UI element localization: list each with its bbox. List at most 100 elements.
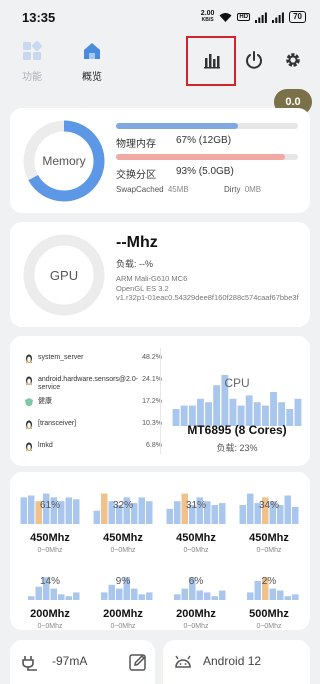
core-frequency: 450Mhz	[249, 532, 289, 544]
gear-icon[interactable]	[283, 50, 303, 70]
core-range: 0~0Mhz	[37, 547, 63, 554]
cpu-history-bar	[197, 398, 204, 426]
tab-functions[interactable]: 功能	[12, 40, 52, 83]
core-history-bar	[58, 594, 65, 600]
core-history-bar	[211, 596, 218, 600]
home-icon	[84, 43, 100, 59]
core-range: 0~0Mhz	[183, 547, 209, 554]
process-list: system_server 48.2% android.hardware.senso…	[24, 350, 162, 460]
edit-icon[interactable]	[128, 652, 148, 672]
dirty-value: 0MB	[244, 185, 262, 194]
core-load: 14%	[39, 576, 60, 587]
status-time: 13:35	[22, 9, 56, 25]
divider	[160, 348, 161, 454]
process-name: system_server	[38, 354, 84, 361]
gpu-info: ARM Mali-G610 MC6 OpenGL ES 3.2 v1.r32p1…	[116, 274, 304, 303]
core-range: 0~0Mhz	[256, 547, 282, 554]
core-history-bar	[204, 592, 211, 600]
core-history-bar	[28, 596, 35, 600]
cpu-core-1[interactable]: 32% 450Mhz 0~0Mhz	[88, 482, 158, 554]
core-range: 0~0Mhz	[110, 623, 136, 630]
core-history-bar	[292, 594, 299, 600]
memory-card[interactable]: Memory 物理内存 67% (12GB) 交换分区 93% (5.0GB) …	[10, 108, 310, 213]
core-history-bar	[138, 594, 145, 600]
core-frequency: 450Mhz	[103, 532, 143, 544]
hd-badge: HD	[237, 13, 251, 21]
cpu-history-bar	[270, 392, 277, 426]
tab-overview[interactable]: 概览	[72, 40, 112, 83]
wifi-icon	[219, 12, 232, 22]
power-icon[interactable]	[244, 50, 264, 70]
gpu-card[interactable]: GPU --Mhz 负载: --% ARM Mali-G610 MC6 Open…	[10, 222, 310, 327]
linux-penguin-icon	[25, 442, 33, 451]
process-row: 健康 17.2%	[24, 394, 162, 416]
core-load: 6%	[188, 576, 204, 587]
stats-bars-icon[interactable]	[202, 50, 222, 70]
process-row: lmkd 6.8%	[24, 438, 162, 460]
core-range: 0~0Mhz	[183, 623, 209, 630]
current-value: -97mA	[52, 654, 88, 668]
gpu-gauge: GPU	[22, 233, 106, 317]
functions-grid-icon	[23, 40, 43, 60]
cpu-core-0[interactable]: 61% 450Mhz 0~0Mhz	[15, 482, 85, 554]
process-name: 健康	[38, 398, 52, 405]
core-range: 0~0Mhz	[256, 623, 282, 630]
cpu-history-chart	[172, 375, 302, 426]
android-version-card[interactable]: Android 12	[163, 640, 310, 684]
tab-functions-label: 功能	[22, 72, 42, 83]
cpu-card[interactable]: system_server 48.2% android.hardware.senso…	[10, 336, 310, 466]
cpu-core-3[interactable]: 34% 450Mhz 0~0Mhz	[234, 482, 304, 554]
cpu-history-bar	[245, 395, 253, 426]
cpu-load: 负载: 23%	[216, 443, 258, 453]
cpu-cores-card[interactable]: 61% 450Mhz 0~0Mhz 32% 450Mhz 0~0Mhz 31% 450Mhz 0…	[10, 472, 310, 630]
cpu-core-7[interactable]: 2% 500Mhz 0~0Mhz	[234, 558, 304, 630]
core-history-bar	[284, 596, 291, 600]
physical-memory-label: 物理内存	[116, 139, 156, 150]
dirty-info: Dirty 0MB	[224, 185, 261, 194]
android-robot-icon	[175, 655, 191, 668]
current-card[interactable]: -97mA	[10, 640, 155, 684]
swapcached-label: SwapCached	[116, 185, 164, 194]
memory-gauge-label: Memory	[42, 154, 86, 168]
linux-penguin-icon	[25, 354, 33, 363]
core-history-bar	[116, 588, 123, 600]
signal-2-icon	[272, 12, 284, 23]
process-row: [transceiver] 10.3%	[24, 416, 162, 438]
core-history-bar	[277, 590, 284, 600]
swapcached-info: SwapCached 45MB	[116, 185, 189, 194]
net-speed: 2.00 KB/S	[201, 10, 215, 24]
core-history-bar	[196, 590, 203, 600]
cpu-history-bar	[229, 398, 237, 426]
process-row: android.hardware.sensors@2.0-service 24.1…	[24, 372, 162, 394]
cpu-model: MT6895 (8 Cores)	[187, 423, 287, 437]
core-frequency: 200Mhz	[30, 608, 70, 620]
core-history-bar	[269, 588, 276, 600]
gpu-model: ARM Mali-G610 MC6	[116, 274, 188, 283]
core-history-bar	[181, 588, 188, 600]
process-name: android.hardware.sensors@2.0-service	[38, 376, 139, 391]
cpu-core-2[interactable]: 31% 450Mhz 0~0Mhz	[161, 482, 231, 554]
swap-fill	[116, 154, 286, 160]
core-frequency: 450Mhz	[176, 532, 216, 544]
core-history-bar	[101, 592, 108, 600]
core-history-bar	[131, 588, 138, 600]
core-load: 9%	[115, 576, 131, 587]
cpu-core-6[interactable]: 6% 200Mhz 0~0Mhz	[161, 558, 231, 630]
gpu-load: 负载: --%	[116, 259, 153, 269]
swap-value: 93% (5.0GB)	[176, 166, 234, 177]
cpu-core-5[interactable]: 9% 200Mhz 0~0Mhz	[88, 558, 158, 630]
core-history-bar	[93, 510, 100, 524]
core-history-bar	[73, 592, 80, 600]
gpu-frequency: --Mhz	[116, 234, 158, 251]
core-history-bar	[50, 588, 57, 600]
cpu-core-4[interactable]: 14% 200Mhz 0~0Mhz	[15, 558, 85, 630]
process-name: lmkd	[38, 442, 53, 449]
signal-icon	[255, 12, 267, 23]
android-version: Android 12	[203, 654, 262, 668]
physical-memory-bar	[116, 123, 298, 129]
swap-bar	[116, 154, 298, 160]
charging-plug-icon	[22, 656, 37, 671]
core-history-bar	[108, 584, 115, 600]
core-history-bar	[247, 592, 254, 600]
core-load: 2%	[261, 576, 277, 587]
